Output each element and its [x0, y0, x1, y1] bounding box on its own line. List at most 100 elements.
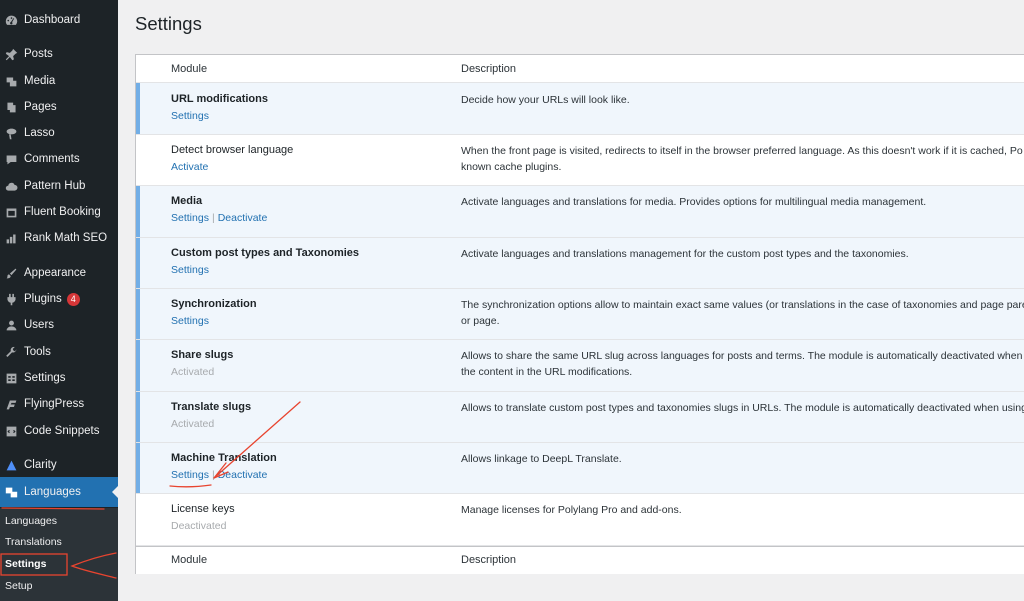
footer-description: Description — [461, 554, 517, 566]
menu-languages-label: Languages — [24, 486, 81, 498]
module-actions: Activated — [171, 418, 214, 430]
menu-tools[interactable]: Tools — [0, 340, 118, 364]
module-description: When the front page is visited, redirect… — [461, 145, 1023, 157]
module-description-line2: known cache plugins. — [461, 161, 562, 173]
deactivate-link[interactable]: Deactivate — [218, 212, 268, 224]
menu-comments[interactable]: Comments — [0, 147, 118, 171]
admin-sidebar: Dashboard Posts Media Pages Lasso Commen… — [0, 0, 118, 601]
submenu-translations[interactable]: Translations — [5, 536, 62, 548]
flyingpress-icon — [4, 397, 18, 411]
footer-module: Module — [171, 554, 208, 566]
modules-table: Module Description URL modifications Set… — [135, 54, 1024, 574]
module-name: Translate slugs — [171, 401, 252, 413]
module-description: Allows to share the same URL slug across… — [461, 350, 1024, 362]
module-description: Allows to translate custom post types an… — [461, 402, 1024, 414]
translation-icon — [4, 485, 18, 499]
module-description: Manage licenses for Polylang Pro and add… — [461, 504, 682, 516]
menu-posts[interactable]: Posts — [0, 42, 118, 66]
settings-link[interactable]: Settings — [171, 315, 209, 327]
module-row-share-slugs: Share slugs Activated Allows to share th… — [136, 340, 1024, 392]
submenu-setup[interactable]: Setup — [5, 580, 32, 592]
settings-link[interactable]: Settings — [171, 469, 209, 481]
lasso-icon — [4, 126, 18, 140]
user-icon — [4, 318, 18, 332]
wrench-icon — [4, 345, 18, 359]
menu-pages-label: Pages — [24, 101, 57, 113]
clarity-icon — [4, 458, 18, 472]
menu-flyingpress[interactable]: FlyingPress — [0, 392, 118, 416]
module-name: URL modifications — [171, 93, 268, 105]
menu-tools-label: Tools — [24, 346, 51, 358]
table-header: Module Description — [136, 55, 1024, 83]
module-name: Media — [171, 195, 203, 207]
page-title: Settings — [135, 13, 202, 34]
menu-fluent-booking[interactable]: Fluent Booking — [0, 200, 118, 224]
activate-link[interactable]: Activate — [171, 161, 208, 173]
menu-languages[interactable]: Languages — [0, 477, 118, 507]
menu-dashboard-label: Dashboard — [24, 14, 81, 26]
status-activated: Activated — [171, 418, 215, 430]
menu-plugins[interactable]: Plugins 4 — [0, 287, 118, 311]
module-row-machine-translation: Machine Translation Settings | Deactivate … — [136, 443, 1024, 494]
menu-code-snippets-label: Code Snippets — [24, 425, 100, 437]
code-icon — [4, 424, 18, 438]
module-actions: Activate — [171, 161, 208, 173]
menu-clarity-label: Clarity — [24, 459, 57, 471]
deactivate-link[interactable]: Deactivate — [218, 469, 268, 481]
menu-dashboard[interactable]: Dashboard — [0, 8, 118, 32]
action-separator: | — [211, 469, 215, 481]
module-row-url-modifications: URL modifications Settings Decide how yo… — [136, 83, 1024, 135]
menu-clarity[interactable]: Clarity — [0, 453, 118, 477]
menu-code-snippets[interactable]: Code Snippets — [0, 419, 118, 443]
module-name: Share slugs — [171, 349, 234, 361]
menu-pages[interactable]: Pages — [0, 95, 118, 119]
module-description: The synchronization options allow to mai… — [461, 299, 1024, 311]
menu-lasso[interactable]: Lasso — [0, 121, 118, 145]
settings-link[interactable]: Settings — [171, 110, 209, 122]
menu-rank-math[interactable]: Rank Math SEO — [0, 226, 118, 250]
module-description: Decide how your URLs will look like. — [461, 94, 630, 106]
menu-users[interactable]: Users — [0, 313, 118, 337]
module-actions: Settings — [171, 315, 209, 327]
module-row-license-keys: License keys Deactivated Manage licenses… — [136, 494, 1024, 546]
menu-lasso-label: Lasso — [24, 127, 55, 139]
submenu-languages[interactable]: Languages — [5, 515, 57, 527]
menu-pattern-hub-label: Pattern Hub — [24, 180, 86, 192]
menu-media[interactable]: Media — [0, 69, 118, 93]
menu-settings[interactable]: Settings — [0, 366, 118, 390]
settings-link[interactable]: Settings — [171, 264, 209, 276]
menu-flyingpress-label: FlyingPress — [24, 398, 85, 410]
module-description-line2: or page. — [461, 315, 500, 327]
menu-posts-label: Posts — [24, 48, 53, 60]
module-actions: Activated — [171, 366, 214, 378]
menu-users-label: Users — [24, 319, 55, 331]
settings-link[interactable]: Settings — [171, 212, 209, 224]
menu-pattern-hub[interactable]: Pattern Hub — [0, 174, 118, 198]
module-row-translate-slugs: Translate slugs Activated Allows to tran… — [136, 392, 1024, 443]
header-description: Description — [461, 63, 517, 75]
menu-appearance[interactable]: Appearance — [0, 261, 118, 285]
action-separator: | — [211, 212, 215, 224]
plugin-icon — [4, 292, 18, 306]
module-name: Synchronization — [171, 298, 257, 310]
module-description: Allows linkage to DeepL Translate. — [461, 453, 622, 465]
module-actions: Settings — [171, 264, 209, 276]
status-deactivated: Deactivated — [171, 520, 227, 532]
submenu-settings[interactable]: Settings — [5, 558, 46, 570]
module-name: Custom post types and Taxonomies — [171, 247, 360, 259]
header-module: Module — [171, 63, 208, 75]
module-row-synchronization: Synchronization Settings The synchroniza… — [136, 289, 1024, 340]
media-icon — [4, 74, 18, 88]
module-description: Activate languages and translations mana… — [461, 248, 909, 260]
pin-icon — [4, 47, 18, 61]
menu-media-label: Media — [24, 75, 56, 87]
module-row-custom-post-types: Custom post types and Taxonomies Setting… — [136, 238, 1024, 289]
cloud-icon — [4, 179, 18, 193]
module-row-media: Media Settings | Deactivate Activate langu… — [136, 186, 1024, 238]
module-actions: Settings | Deactivate — [171, 212, 267, 224]
module-name: Detect browser language — [171, 144, 294, 156]
paintbrush-icon — [4, 266, 18, 280]
menu-appearance-label: Appearance — [24, 267, 87, 279]
status-activated: Activated — [171, 366, 215, 378]
dashboard-icon — [4, 13, 18, 27]
